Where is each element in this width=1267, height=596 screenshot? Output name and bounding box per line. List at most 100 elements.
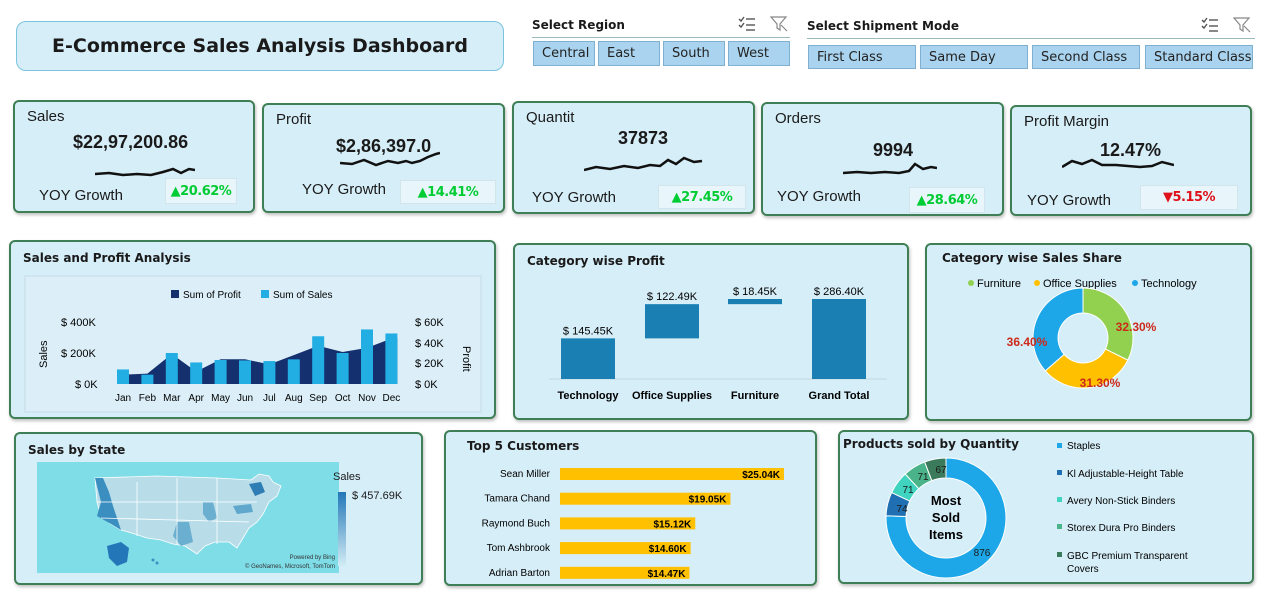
sales-bar[interactable] [312, 336, 325, 384]
clear-filter-icon[interactable] [1233, 17, 1251, 33]
sales-bar[interactable] [190, 362, 203, 384]
kpi-label: Profit [276, 111, 312, 128]
kpi-yoy-label: YOY Growth [777, 188, 861, 205]
slice-label: 31.30% [1080, 376, 1121, 390]
right-tick: $ 60K [415, 317, 444, 329]
kpi-sparkline [340, 151, 440, 167]
sales-bar[interactable] [165, 353, 178, 384]
kpi-card-orders: Orders 9994 YOY Growth ▲ 28.64% [761, 102, 1004, 216]
sales-bar[interactable] [336, 353, 349, 384]
bar-value-label: $14.47K [648, 569, 687, 580]
sales-bar[interactable] [239, 360, 251, 384]
bar-value-label: $19.05K [689, 495, 728, 506]
y-axis-title-right: Profit [460, 346, 472, 372]
data-label: $ 145.45K [563, 325, 614, 337]
bar-value-label: $15.12K [653, 519, 692, 530]
up-arrow-icon: ▲ [417, 184, 428, 200]
plot-area [24, 275, 482, 413]
right-tick: $ 0K [415, 379, 438, 391]
slice-label: 71 [917, 472, 929, 483]
donut-slice[interactable] [1032, 287, 1084, 372]
customer-name: Adrian Barton [489, 568, 550, 579]
kpi-card-profit: Profit $2,86,397.0 YOY Growth ▲ 14.41% [262, 103, 505, 213]
legend-swatch-profit [171, 290, 179, 298]
region-option-east[interactable]: East [598, 41, 660, 66]
products-qty-chart: Most Sold Items Staples Kl Adjustable-He… [885, 441, 1188, 579]
region-option-central[interactable]: Central [533, 41, 595, 66]
waterfall-bar[interactable] [728, 299, 782, 305]
legend-dot [968, 280, 974, 286]
multi-select-icon[interactable] [1201, 17, 1219, 33]
category-label: Technology [558, 390, 620, 402]
category-profit-chart: $ 145.45K Technology $ 122.49K Office Suppl… [549, 286, 887, 402]
category-profit-card: Category wise Profit $ 145.45K Technology… [513, 243, 909, 420]
shipment-option-same-day[interactable]: Same Day [920, 45, 1028, 69]
legend-dot [1034, 280, 1040, 286]
kpi-yoy-label: YOY Growth [302, 181, 386, 198]
top-customers-card: Top 5 Customers Sean Miller $25.04K Tamara… [444, 430, 817, 586]
sales-bar[interactable] [141, 374, 154, 384]
shipment-option-standard-class[interactable]: Standard Class [1145, 45, 1253, 69]
legend-gbc-covers: GBC Premium Transparent [1067, 551, 1188, 562]
sales-bar[interactable] [117, 369, 129, 384]
sales-by-state-card: Sales by State Powered by Bing © GeoName… [14, 432, 423, 585]
legend-staples: Staples [1067, 441, 1100, 452]
sales-bar[interactable] [361, 329, 373, 384]
x-tick-label: Oct [335, 393, 351, 404]
kpi-card-profit-margin: Profit Margin 12.47% YOY Growth ▼ 5.15% [1010, 105, 1252, 216]
waterfall-bar[interactable] [561, 338, 615, 379]
waterfall-bar[interactable] [645, 304, 699, 339]
shipment-option-second-class[interactable]: Second Class [1032, 45, 1140, 69]
kpi-growth-value: 14.41% [427, 184, 479, 200]
kpi-yoy-label: YOY Growth [1027, 192, 1111, 209]
map-legend-gradient [338, 492, 346, 566]
y-axis-title-left: Sales [38, 340, 50, 368]
slice-label: 67 [935, 465, 947, 476]
customer-name: Tom Ashbrook [487, 543, 551, 554]
slice-label: 876 [974, 548, 991, 559]
us-map[interactable]: Powered by Bing © GeoNames, Microsoft, T… [37, 462, 339, 573]
sales-profit-chart: Sum of Profit Sum of Sales $ 400K $ 200K… [24, 275, 482, 413]
kpi-growth-value: 5.15% [1172, 190, 1216, 205]
legend-dot [1132, 280, 1138, 286]
left-tick: $ 200K [61, 348, 97, 360]
clear-filter-icon[interactable] [770, 16, 788, 32]
region-option-west[interactable]: West [728, 41, 790, 66]
kpi-growth-badge: ▲ 27.45% [658, 185, 746, 209]
x-tick-label: Mar [163, 393, 181, 404]
kpi-sparkline [1062, 158, 1174, 169]
waterfall-bar[interactable] [812, 299, 866, 379]
slice-label: 32.30% [1116, 320, 1157, 334]
left-tick: $ 400K [61, 317, 97, 329]
kpi-growth-badge: ▲ 20.62% [165, 178, 237, 204]
legend-swatch [1057, 497, 1062, 502]
kpi-label: Sales [27, 108, 65, 125]
legend-technology: Technology [1141, 278, 1197, 290]
slice-label: 74 [896, 504, 908, 515]
right-tick: $ 40K [415, 338, 444, 350]
legend-swatch [1057, 524, 1062, 529]
donut-center-text: Most [931, 493, 962, 508]
category-label: Grand Total [809, 390, 870, 402]
kpi-growth-badge: ▲ 14.41% [400, 180, 496, 204]
map-legend-max: $ 457.69K [352, 490, 403, 502]
region-option-south[interactable]: South [663, 41, 725, 66]
sales-bar[interactable] [385, 333, 398, 384]
left-tick: $ 0K [75, 379, 98, 391]
x-tick-label: Aug [285, 393, 303, 404]
multi-select-icon[interactable] [738, 16, 756, 32]
x-tick-label: Sep [309, 393, 327, 404]
category-label: Furniture [731, 390, 779, 402]
kpi-sparkline [584, 156, 703, 172]
sales-bar[interactable] [287, 359, 300, 384]
sales-profit-card: Sales and Profit Analysis Sum of Profit … [9, 240, 496, 419]
shipment-slicer-label: Select Shipment Mode [807, 19, 959, 33]
sales-bar[interactable] [263, 361, 276, 384]
data-label: $ 122.49K [647, 291, 698, 303]
legend-profit: Sum of Profit [183, 290, 241, 301]
up-arrow-icon: ▲ [916, 192, 927, 208]
sales-bar[interactable] [214, 359, 227, 384]
shipment-option-first-class[interactable]: First Class [808, 45, 916, 69]
up-arrow-icon: ▲ [170, 183, 181, 199]
up-arrow-icon: ▲ [671, 189, 682, 205]
